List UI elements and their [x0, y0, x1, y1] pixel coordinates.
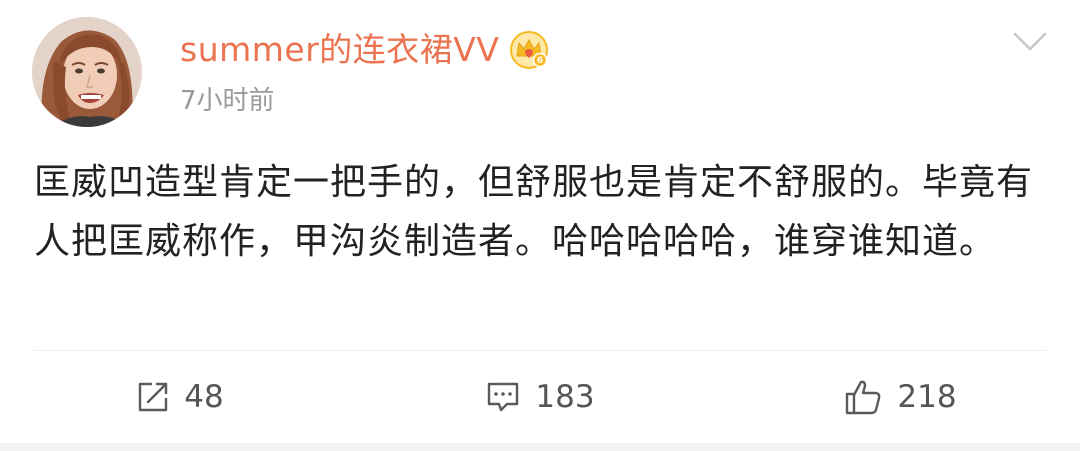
like-count: 218	[897, 379, 957, 415]
repost-icon	[139, 382, 168, 412]
like-button[interactable]: 218	[720, 351, 1080, 443]
comment-count: 183	[535, 379, 595, 415]
repost-button[interactable]: 48	[0, 351, 360, 443]
post-timestamp: 7小时前	[180, 86, 275, 116]
weibo-post-card: summer的连衣裙VV 6 7小时前 匡威凹造型肯定一把手的，但舒服也是肯定不…	[0, 0, 1080, 451]
vip-level: 6	[537, 56, 543, 66]
action-bar: 48 183 218	[0, 351, 1080, 443]
username-row: summer的连衣裙VV 6	[180, 28, 549, 72]
crown-vip-icon[interactable]: 6	[509, 30, 549, 70]
user-avatar[interactable]	[32, 17, 142, 127]
comment-button[interactable]: 183	[360, 351, 720, 443]
post-text: 匡威凹造型肯定一把手的，但舒服也是肯定不舒服的。毕竟有人把匡威称作，甲沟炎制造者…	[34, 162, 1034, 262]
chevron-down-icon[interactable]	[1012, 30, 1048, 54]
avatar-image	[32, 17, 142, 127]
card-separator	[0, 443, 1080, 451]
username[interactable]: summer的连衣裙VV	[180, 28, 499, 72]
thumbs-up-icon	[846, 380, 881, 415]
repost-count: 48	[184, 379, 224, 415]
comment-icon	[488, 382, 519, 412]
